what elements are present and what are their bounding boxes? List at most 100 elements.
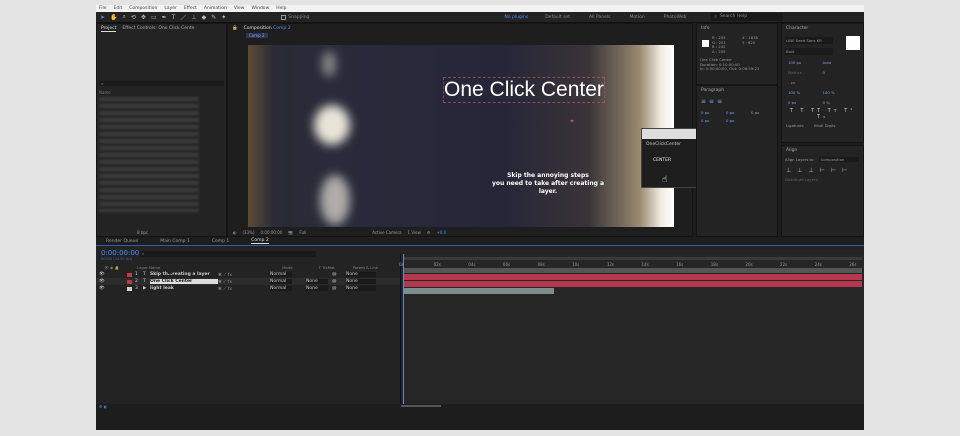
title-text-layer[interactable]: One Click Center <box>443 77 605 103</box>
align-to-select[interactable]: Composition <box>818 157 859 162</box>
trkmat-select[interactable]: None <box>306 279 328 284</box>
switches[interactable]: ✱ ⟋ fx <box>218 272 270 278</box>
tab-composition[interactable]: Composition Comp 2 <box>244 26 291 31</box>
trkmat-select[interactable]: None <box>306 286 328 291</box>
project-item-list[interactable] <box>99 97 199 212</box>
mode-select[interactable]: Normal <box>270 279 292 284</box>
roto-tool-icon[interactable]: ✎ <box>211 14 216 21</box>
hand-tool-icon[interactable]: ✋ <box>110 14 117 21</box>
visibility-icon[interactable]: 👁 <box>99 272 127 277</box>
gear-icon[interactable]: ⚙ <box>427 230 431 235</box>
work-area-bar[interactable] <box>403 257 862 260</box>
pickwhip-icon[interactable]: @ <box>332 279 346 284</box>
pickwhip-icon[interactable]: @ <box>332 272 346 277</box>
parent-header[interactable]: Parent & Link <box>353 265 378 270</box>
zoom-tool-icon[interactable]: ⌕ <box>123 13 126 21</box>
layer-name[interactable]: One Click Center <box>150 279 218 284</box>
anchor-point-icon[interactable]: ⌖ <box>570 117 574 126</box>
stroke-field[interactable]: - px <box>788 80 823 85</box>
magnification-select[interactable]: (33%) <box>243 230 255 235</box>
timecode-display[interactable]: 0:00:00:00 <box>261 230 283 235</box>
visibility-icon[interactable]: 👁 <box>99 279 127 284</box>
mode-header[interactable]: Mode <box>282 265 292 270</box>
label-color[interactable] <box>127 279 132 284</box>
mode-select[interactable]: Normal <box>270 286 292 291</box>
switches[interactable]: ✱ ⟋ fx <box>218 286 270 292</box>
pen-tool-icon[interactable]: ✒ <box>162 14 167 21</box>
pickwhip-icon[interactable]: @ <box>332 286 346 291</box>
menu-window[interactable]: Window <box>252 6 270 11</box>
menu-effect[interactable]: Effect <box>184 6 197 11</box>
layer-search-input[interactable]: ⌕ <box>140 251 316 257</box>
layer-row[interactable]: 👁 1 T Skip th…reating a layer ✱ ⟋ fx Nor… <box>96 271 400 278</box>
playhead[interactable] <box>403 254 404 412</box>
preview-icon[interactable]: ◐ <box>233 230 237 235</box>
popup-titlebar[interactable] <box>642 129 702 139</box>
snapshot-icon[interactable]: 📷 <box>288 230 293 235</box>
mode-select[interactable]: Normal <box>270 272 292 277</box>
toggle-switches-icon[interactable]: ⚙ ◐ <box>99 404 107 409</box>
fill-color-swatch[interactable] <box>846 36 860 50</box>
hindi-digits-checkbox[interactable]: Hindi Digits <box>814 123 836 128</box>
brush-tool-icon[interactable]: ／ <box>180 13 186 22</box>
tab-comp-2[interactable]: Comp 2 <box>251 238 269 244</box>
views-select[interactable]: 1 View <box>408 230 421 235</box>
tab-main-comp-1[interactable]: Main Comp 1 <box>160 239 190 244</box>
tsume-field[interactable]: 0 % <box>823 100 858 105</box>
camera-select[interactable]: Active Camera <box>372 230 401 235</box>
subtitle-text-layer[interactable]: Skip the annoying steps you need to take… <box>488 172 608 196</box>
eraser-tool-icon[interactable]: ◆ <box>202 14 207 21</box>
align-tab[interactable]: Align <box>782 146 863 155</box>
tab-effect-controls[interactable]: Effect Controls: One Click Cente <box>122 26 194 31</box>
visibility-icon[interactable]: 👁 <box>99 286 127 291</box>
parent-select[interactable]: None <box>346 286 376 291</box>
parent-select[interactable]: None <box>346 272 376 277</box>
layer-row[interactable]: 👁 2 T One Click Center ✱ ⟋ fx Normal Non… <box>96 278 400 285</box>
menu-help[interactable]: Help <box>276 6 286 11</box>
current-time-display[interactable]: 0:00:00:00 <box>101 249 139 257</box>
center-button[interactable]: CENTER <box>642 150 702 171</box>
pan-tool-icon[interactable]: ✥ <box>141 14 146 21</box>
parent-select[interactable]: None <box>346 279 376 284</box>
vertical-scale-field[interactable]: 100 % <box>788 90 823 95</box>
info-tab[interactable]: Info <box>697 24 777 33</box>
workspace-no-plugins[interactable]: No plugins <box>504 15 528 20</box>
project-search-input[interactable]: ⌕ <box>99 81 224 86</box>
paragraph-tab[interactable]: Paragraph <box>697 86 777 95</box>
workspace-motion[interactable]: Motion <box>629 15 644 20</box>
snapping-toggle[interactable]: Snapping <box>281 14 309 20</box>
menu-animation[interactable]: Animation <box>204 6 227 11</box>
workspace-all-panels[interactable]: All Panels <box>589 15 611 20</box>
workspace-default[interactable]: Default set <box>545 15 570 20</box>
menu-edit[interactable]: Edit <box>114 6 123 11</box>
switches[interactable]: ✱ ⟋ fx <box>218 279 270 285</box>
font-family-select[interactable]: LINE Seed Sans KR <box>785 37 833 44</box>
layer-duration-bar[interactable] <box>403 274 862 280</box>
layer-row[interactable]: 👁 3 ▶ light leak ✱ ⟋ fx Normal None @ No… <box>96 285 400 292</box>
layer-name[interactable]: light leak <box>150 286 218 291</box>
layer-name[interactable]: Skip th…reating a layer <box>150 272 218 277</box>
label-color[interactable] <box>127 286 132 291</box>
alignment-buttons[interactable]: ≡ ≡ ≡ <box>697 95 777 108</box>
menu-file[interactable]: File <box>99 6 107 11</box>
font-size-field[interactable]: 100 px <box>788 60 823 65</box>
rectangle-tool-icon[interactable]: ▭ <box>151 14 157 21</box>
tab-project[interactable]: Project <box>101 26 117 32</box>
tracking-field[interactable]: 0 <box>823 70 858 75</box>
type-tool-icon[interactable]: T <box>172 14 176 21</box>
comp-breadcrumb[interactable]: Comp 2 <box>246 33 268 38</box>
bpc-label[interactable]: 8 bpc <box>137 230 148 235</box>
align-buttons[interactable]: ⊥⊥⊥⊢⊢⊢ <box>782 164 863 177</box>
selection-tool-icon[interactable]: ➤ <box>100 14 105 21</box>
stamp-tool-icon[interactable]: ⊥ <box>191 14 196 21</box>
orbit-tool-icon[interactable]: ⟲ <box>131 14 136 21</box>
layer-duration-bar[interactable] <box>403 288 554 294</box>
menu-layer[interactable]: Layer <box>164 6 177 11</box>
search-help-input[interactable]: ⌕ Search Help <box>711 13 784 21</box>
label-color[interactable] <box>127 272 132 277</box>
zoom-slider[interactable] <box>401 405 441 407</box>
character-tab[interactable]: Character <box>782 24 863 33</box>
horizontal-scale-field[interactable]: 100 % <box>823 90 858 95</box>
tab-comp-1[interactable]: Comp 1 <box>212 239 229 244</box>
puppet-tool-icon[interactable]: ✦ <box>221 14 226 21</box>
